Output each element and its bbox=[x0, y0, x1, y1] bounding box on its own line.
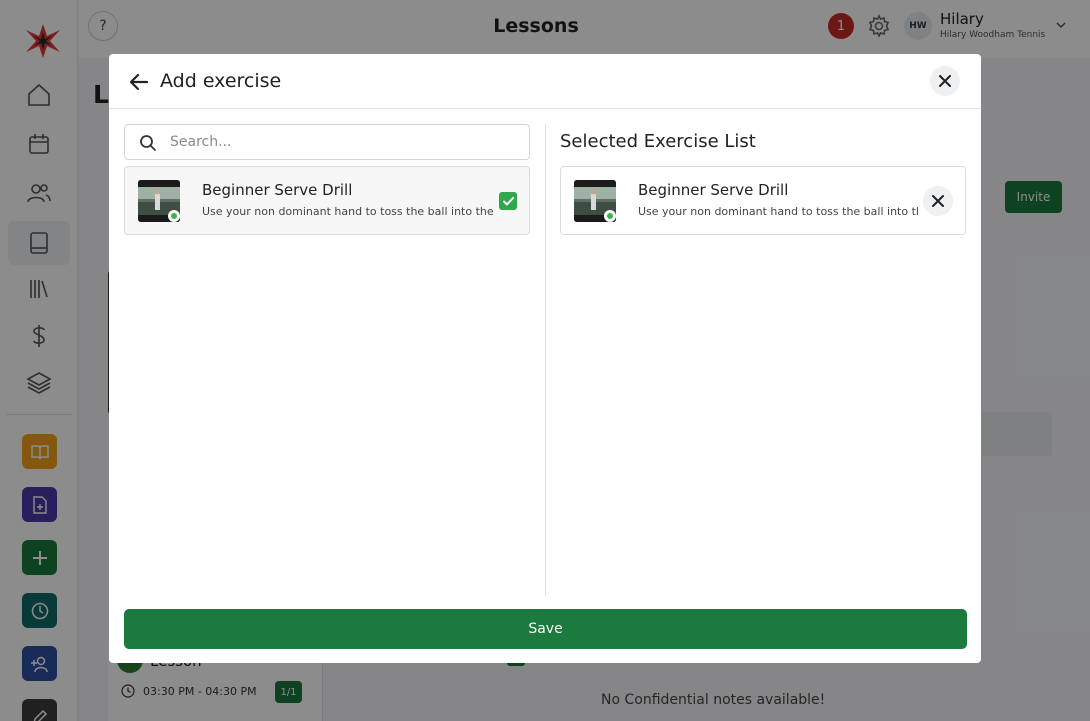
remove-exercise-button[interactable] bbox=[923, 186, 953, 216]
exercise-checkbox[interactable] bbox=[499, 192, 517, 210]
column-divider bbox=[545, 124, 546, 596]
close-icon bbox=[939, 75, 951, 87]
modal-header: Add exercise bbox=[109, 54, 981, 109]
selected-exercise-item: Beginner Serve Drill Use your non domina… bbox=[560, 166, 966, 235]
search-icon bbox=[140, 135, 156, 151]
check-icon bbox=[502, 196, 514, 205]
exercise-name: Beginner Serve Drill bbox=[202, 181, 353, 199]
exercise-description: Use your non dominant hand to toss the b… bbox=[638, 205, 918, 218]
online-indicator bbox=[168, 210, 180, 222]
online-indicator bbox=[604, 210, 616, 222]
modal-title: Add exercise bbox=[160, 70, 282, 92]
back-arrow-icon[interactable] bbox=[127, 70, 151, 94]
exercise-thumbnail bbox=[138, 180, 180, 222]
exercise-name: Beginner Serve Drill bbox=[638, 181, 789, 199]
selected-list-title: Selected Exercise List bbox=[560, 131, 756, 152]
search-input[interactable] bbox=[170, 129, 520, 155]
search-field[interactable] bbox=[124, 124, 530, 160]
exercise-result-item[interactable]: Beginner Serve Drill Use your non domina… bbox=[124, 166, 530, 235]
exercise-description: Use your non dominant hand to toss the b… bbox=[202, 205, 494, 218]
close-icon bbox=[932, 195, 944, 207]
save-button[interactable]: Save bbox=[124, 609, 967, 649]
exercise-thumbnail bbox=[574, 180, 616, 222]
add-exercise-modal: Add exercise Beginner Serve Drill Use yo… bbox=[109, 54, 981, 663]
close-button[interactable] bbox=[930, 66, 960, 96]
